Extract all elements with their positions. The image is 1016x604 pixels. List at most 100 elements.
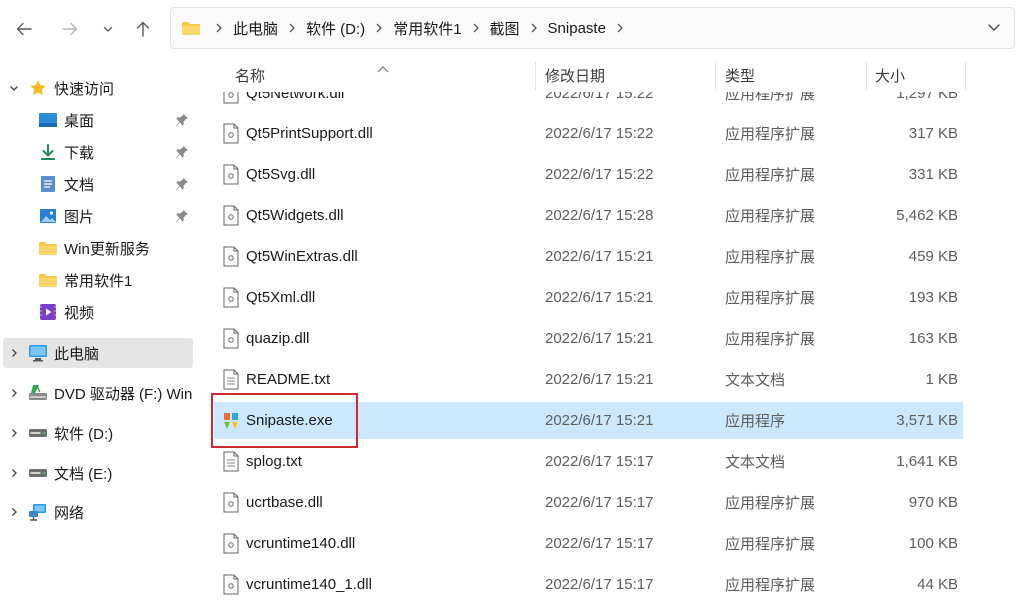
column-divider[interactable] (535, 62, 536, 90)
column-header-date[interactable]: 修改日期 (545, 58, 605, 92)
sidebar-item-label: DVD 驱动器 (F:) Win (54, 385, 193, 403)
file-row[interactable]: quazip.dll 2022/6/17 15:21 应用程序扩展 163 KB (214, 320, 963, 357)
file-name: ucrtbase.dll (246, 494, 323, 511)
file-size: 331 KB (908, 166, 958, 183)
chevron-right-icon[interactable] (8, 427, 20, 439)
file-type: 应用程序扩展 (725, 495, 816, 512)
file-type: 应用程序扩展 (725, 331, 816, 348)
chevron-right-icon[interactable] (8, 347, 20, 359)
pin-icon (174, 176, 190, 192)
chevron-right-icon[interactable] (209, 22, 229, 34)
pin-icon (174, 144, 190, 160)
file-row[interactable]: Qt5Widgets.dll 2022/6/17 15:28 应用程序扩展 5,… (214, 197, 963, 234)
chevron-right-icon[interactable] (8, 387, 20, 399)
sidebar-item-quick-access[interactable]: 快速访问 (0, 73, 194, 103)
file-row[interactable]: README.txt 2022/6/17 15:21 文本文档 1 KB (214, 361, 963, 398)
breadcrumb-item[interactable]: 常用软件1 (389, 18, 465, 39)
chevron-right-icon[interactable] (524, 22, 544, 34)
sidebar-item-pictures[interactable]: 图片 (0, 201, 194, 231)
sidebar-item-label: 软件 (D:) (54, 425, 114, 443)
file-date: 2022/6/17 15:17 (545, 494, 654, 511)
sidebar-item-videos[interactable]: 视频 (0, 297, 194, 327)
file-row[interactable]: Qt5Svg.dll 2022/6/17 15:22 应用程序扩展 331 KB (214, 156, 963, 193)
file-row-selected[interactable]: Snipaste.exe 2022/6/17 15:21 应用程序 3,571 … (214, 402, 963, 439)
chevron-right-icon[interactable] (8, 467, 20, 479)
chevron-right-icon[interactable] (369, 22, 389, 34)
sidebar-item-dvd-drive[interactable]: DVD 驱动器 (F:) Win (0, 378, 194, 408)
file-row[interactable]: ucrtbase.dll 2022/6/17 15:17 应用程序扩展 970 … (214, 484, 963, 521)
sidebar-item-label: 图片 (64, 208, 95, 226)
file-row[interactable]: splog.txt 2022/6/17 15:17 文本文档 1,641 KB (214, 443, 963, 480)
sidebar-item-common-software[interactable]: 常用软件1 (0, 265, 194, 295)
chevron-down-icon (103, 26, 113, 32)
file-type: 应用程序扩展 (725, 208, 816, 225)
sidebar-item-documents[interactable]: 文档 (0, 169, 194, 199)
breadcrumb-item[interactable]: 软件 (D:) (302, 18, 369, 39)
file-date: 2022/6/17 15:22 (545, 125, 654, 142)
column-headers: 名称 修改日期 类型 大小 (196, 58, 1016, 92)
file-row[interactable]: Qt5Xml.dll 2022/6/17 15:21 应用程序扩展 193 KB (214, 279, 963, 316)
file-row[interactable]: Qt5PrintSupport.dll 2022/6/17 15:22 应用程序… (214, 115, 963, 152)
file-type: 文本文档 (725, 454, 786, 471)
file-name: vcruntime140.dll (246, 535, 356, 552)
sidebar-item-label: 文档 (64, 176, 95, 194)
chevron-down-icon[interactable] (8, 82, 20, 94)
file-type: 应用程序扩展 (725, 126, 816, 143)
sidebar-item-this-pc[interactable]: 此电脑 (3, 338, 193, 368)
computer-icon (28, 343, 48, 363)
file-size: 3,571 KB (896, 412, 958, 429)
file-row[interactable]: vcruntime140.dll 2022/6/17 15:17 应用程序扩展 … (214, 525, 963, 562)
file-size: 193 KB (908, 289, 958, 306)
file-size: 459 KB (908, 248, 958, 265)
sidebar-item-downloads[interactable]: 下载 (0, 137, 194, 167)
file-size: 970 KB (908, 494, 958, 511)
dll-file-icon (223, 164, 239, 185)
address-bar[interactable]: 此电脑 软件 (D:) 常用软件1 截图 Snipaste (170, 7, 1015, 49)
file-row[interactable]: vcruntime140_1.dll 2022/6/17 15:17 应用程序扩… (214, 566, 963, 603)
breadcrumb-item[interactable]: Snipaste (544, 20, 610, 37)
breadcrumb-item[interactable]: 此电脑 (229, 18, 282, 39)
file-date: 2022/6/17 15:17 (545, 576, 654, 593)
file-name: Qt5Xml.dll (246, 289, 316, 306)
breadcrumb-item[interactable]: 截图 (486, 18, 524, 39)
chevron-right-icon[interactable] (466, 22, 486, 34)
column-header-type[interactable]: 类型 (725, 58, 755, 92)
file-name: Qt5PrintSupport.dll (246, 125, 373, 142)
file-type: 应用程序扩展 (725, 167, 816, 184)
sidebar-item-desktop[interactable]: 桌面 (0, 105, 194, 135)
file-date: 2022/6/17 15:21 (545, 371, 654, 388)
recent-locations-button[interactable] (96, 17, 120, 41)
file-row[interactable]: Qt5WinExtras.dll 2022/6/17 15:21 应用程序扩展 … (214, 238, 963, 275)
column-divider[interactable] (965, 62, 966, 90)
up-button[interactable] (131, 17, 155, 41)
file-name: splog.txt (246, 453, 302, 470)
file-name: Qt5WinExtras.dll (246, 248, 358, 265)
chevron-right-icon[interactable] (8, 506, 20, 518)
column-divider[interactable] (866, 62, 867, 90)
forward-button[interactable] (58, 17, 82, 41)
navigation-bar: 此电脑 软件 (D:) 常用软件1 截图 Snipaste (0, 0, 1016, 58)
sidebar-item-win-update-service[interactable]: Win更新服务 (0, 233, 194, 263)
document-icon (38, 174, 58, 194)
file-date: 2022/6/17 15:22 (545, 166, 654, 183)
arrow-left-icon (16, 22, 32, 36)
chevron-right-icon[interactable] (282, 22, 302, 34)
sidebar-item-label: 快速访问 (54, 80, 115, 98)
file-type: 文本文档 (725, 372, 786, 389)
drive-icon (28, 463, 48, 483)
sidebar-item-drive-d[interactable]: 软件 (D:) (0, 418, 194, 448)
sidebar-item-drive-e[interactable]: 文档 (E:) (0, 458, 194, 488)
file-date: 2022/6/17 15:21 (545, 248, 654, 265)
arrow-right-icon (62, 22, 78, 36)
address-history-button[interactable] (986, 19, 1002, 39)
chevron-right-icon[interactable] (610, 22, 630, 34)
file-date: 2022/6/17 15:21 (545, 330, 654, 347)
folder-icon (181, 20, 201, 36)
sidebar-item-label: 常用软件1 (64, 272, 133, 290)
column-header-name[interactable]: 名称 (235, 58, 265, 92)
back-button[interactable] (12, 17, 36, 41)
column-divider[interactable] (715, 62, 716, 90)
sidebar-item-network[interactable]: 网络 (0, 497, 194, 527)
column-header-size[interactable]: 大小 (875, 58, 905, 92)
file-size: 5,462 KB (896, 207, 958, 224)
